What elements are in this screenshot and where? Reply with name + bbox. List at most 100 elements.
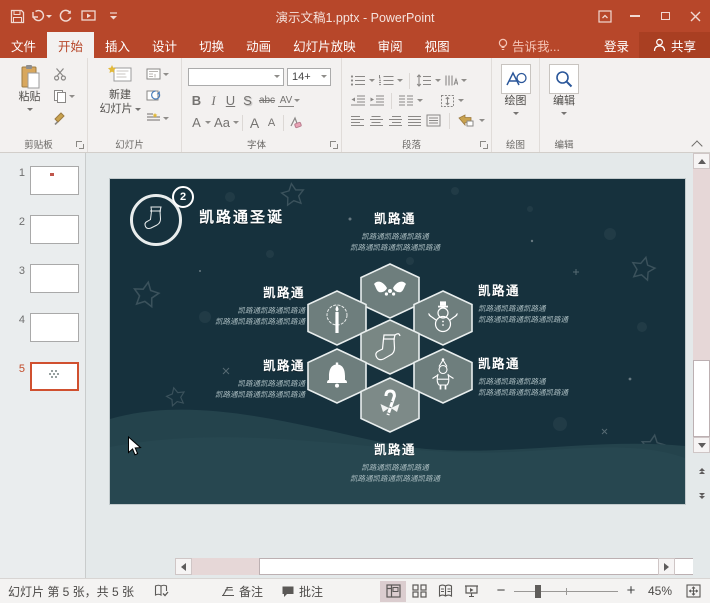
columns-caret[interactable] [417, 99, 423, 105]
line-spacing-icon[interactable] [416, 74, 432, 87]
line-spacing-caret[interactable] [435, 79, 441, 85]
editing-caret[interactable] [561, 112, 567, 118]
comments-button[interactable]: 批注 [281, 583, 323, 600]
sign-in-button[interactable]: 登录 [594, 32, 639, 58]
section-button[interactable] [144, 109, 171, 127]
tab-animations[interactable]: 动画 [235, 32, 282, 58]
align-left-icon[interactable] [350, 115, 364, 127]
previous-slide-button[interactable] [693, 461, 710, 481]
font-size-combobox[interactable]: 14+ [287, 68, 331, 86]
scroll-right-button[interactable] [658, 558, 675, 575]
save-icon[interactable] [6, 5, 28, 27]
zoom-slider[interactable] [514, 581, 618, 602]
maximize-icon[interactable] [650, 0, 680, 32]
font-dialog-launcher[interactable] [330, 141, 339, 150]
notes-button[interactable]: 备注 [221, 583, 263, 600]
thumbnail-slide-4[interactable]: 4 [0, 313, 85, 342]
align-text-caret[interactable] [458, 99, 464, 105]
new-slide-button[interactable]: 新建 幻灯片 [98, 61, 142, 138]
vertical-scrollbar[interactable] [693, 153, 710, 578]
tab-design[interactable]: 设计 [141, 32, 188, 58]
hexagon-cluster[interactable] [300, 257, 480, 437]
copy-button[interactable] [51, 87, 77, 105]
undo-dropdown-caret[interactable] [46, 15, 52, 21]
columns-icon[interactable] [398, 94, 414, 107]
thumbnail-slide-5-selected[interactable]: 5 [0, 362, 85, 391]
zoom-slider-thumb[interactable] [535, 585, 541, 598]
hex-item-upper-right[interactable]: 凯路通 凯路通凯路通凯路通 凯路通凯路通凯路通凯路通 [478, 280, 685, 325]
drawing-caret[interactable] [513, 112, 519, 118]
increase-indent-icon[interactable] [369, 94, 385, 107]
zoom-out-button[interactable]: − [494, 584, 508, 598]
scroll-up-button[interactable] [693, 153, 710, 169]
tab-insert[interactable]: 插入 [94, 32, 141, 58]
scroll-left-button[interactable] [175, 558, 192, 575]
fit-to-window-icon[interactable] [680, 581, 706, 602]
tab-file[interactable]: 文件 [0, 32, 47, 58]
shrink-font-button[interactable]: A [263, 117, 280, 129]
underline-button[interactable]: U [222, 93, 239, 108]
character-spacing-caret[interactable] [294, 99, 300, 105]
new-slide-caret[interactable] [135, 108, 141, 114]
bullets-caret[interactable] [369, 79, 375, 85]
zoom-level[interactable]: 45% [638, 584, 672, 598]
align-right-icon[interactable] [388, 115, 402, 127]
hex-item-upper-left[interactable]: 凯路通 凯路通凯路通凯路通 凯路通凯路通凯路通凯路通 [110, 282, 305, 327]
tab-slideshow[interactable]: 幻灯片放映 [282, 32, 367, 58]
minimize-icon[interactable] [620, 0, 650, 32]
hex-item-top[interactable]: 凯路通 凯路通凯路通凯路通 凯路通凯路通凯路通凯路通 [290, 208, 500, 253]
share-button[interactable]: 共享 [639, 32, 710, 58]
ribbon-display-options-icon[interactable] [590, 0, 620, 32]
numbering-caret[interactable] [397, 79, 403, 85]
spell-check-icon[interactable] [154, 584, 169, 598]
layout-caret[interactable] [163, 73, 169, 79]
text-direction-caret[interactable] [461, 79, 467, 85]
slide-sorter-icon[interactable] [406, 581, 432, 602]
decrease-indent-icon[interactable] [350, 94, 366, 107]
change-case-caret[interactable] [233, 121, 239, 127]
text-direction-icon[interactable] [444, 74, 458, 87]
text-shadow-button[interactable]: S [239, 93, 256, 108]
justify-icon[interactable] [407, 115, 421, 127]
cut-button[interactable] [51, 65, 77, 83]
hex-item-bottom[interactable]: 凯路通 凯路通凯路通凯路通 凯路通凯路通凯路通凯路通 [290, 439, 500, 484]
scroll-down-button[interactable] [693, 437, 710, 453]
tell-me-box[interactable]: 告诉我... [490, 32, 568, 58]
font-name-combobox[interactable] [188, 68, 284, 86]
tab-transitions[interactable]: 切换 [188, 32, 235, 58]
numbering-icon[interactable] [378, 74, 394, 87]
italic-button[interactable]: I [205, 93, 222, 109]
smartart-icon[interactable] [458, 114, 474, 127]
bullets-icon[interactable] [350, 74, 366, 87]
paste-dropdown-caret[interactable] [27, 108, 33, 114]
slideshow-icon[interactable] [458, 581, 484, 602]
editing-button[interactable]: 编辑 [545, 61, 583, 138]
change-case-button[interactable]: Aa [211, 115, 233, 130]
thumbnail-slide-2[interactable]: 2 [0, 215, 85, 244]
tab-view[interactable]: 视图 [414, 32, 461, 58]
zoom-in-button[interactable]: + [624, 584, 638, 598]
grow-font-button[interactable]: A [246, 115, 263, 131]
hex-item-lower-right[interactable]: 凯路通 凯路通凯路通凯路通 凯路通凯路通凯路通凯路通 [478, 353, 685, 398]
close-icon[interactable] [680, 0, 710, 32]
hex-item-lower-left[interactable]: 凯路通 凯路通凯路通凯路通 凯路通凯路通凯路通凯路通 [110, 355, 305, 400]
collapse-ribbon-icon[interactable] [693, 141, 702, 147]
slide-heading[interactable]: 凯路通圣诞 [199, 206, 284, 227]
horizontal-scrollbar[interactable] [175, 558, 675, 575]
next-slide-button[interactable] [693, 485, 710, 505]
thumbnail-slide-1[interactable]: 1 [0, 166, 85, 195]
undo-icon[interactable] [30, 5, 52, 27]
slide-editing-area[interactable]: 2 凯路通圣诞 [110, 179, 685, 504]
normal-view-icon[interactable] [380, 581, 406, 602]
reset-slide-button[interactable] [144, 87, 171, 105]
drawing-button[interactable]: 绘图 [497, 61, 535, 138]
tab-review[interactable]: 审阅 [367, 32, 414, 58]
distribute-icon[interactable] [426, 114, 441, 127]
copy-dropdown-caret[interactable] [69, 95, 75, 101]
format-painter-button[interactable] [51, 109, 77, 127]
strikethrough-button[interactable]: abc [256, 95, 278, 106]
clear-formatting-icon[interactable] [287, 116, 302, 129]
vertical-scrollbar-thumb[interactable] [693, 360, 710, 437]
clipboard-dialog-launcher[interactable] [76, 141, 85, 150]
section-caret[interactable] [163, 117, 169, 123]
